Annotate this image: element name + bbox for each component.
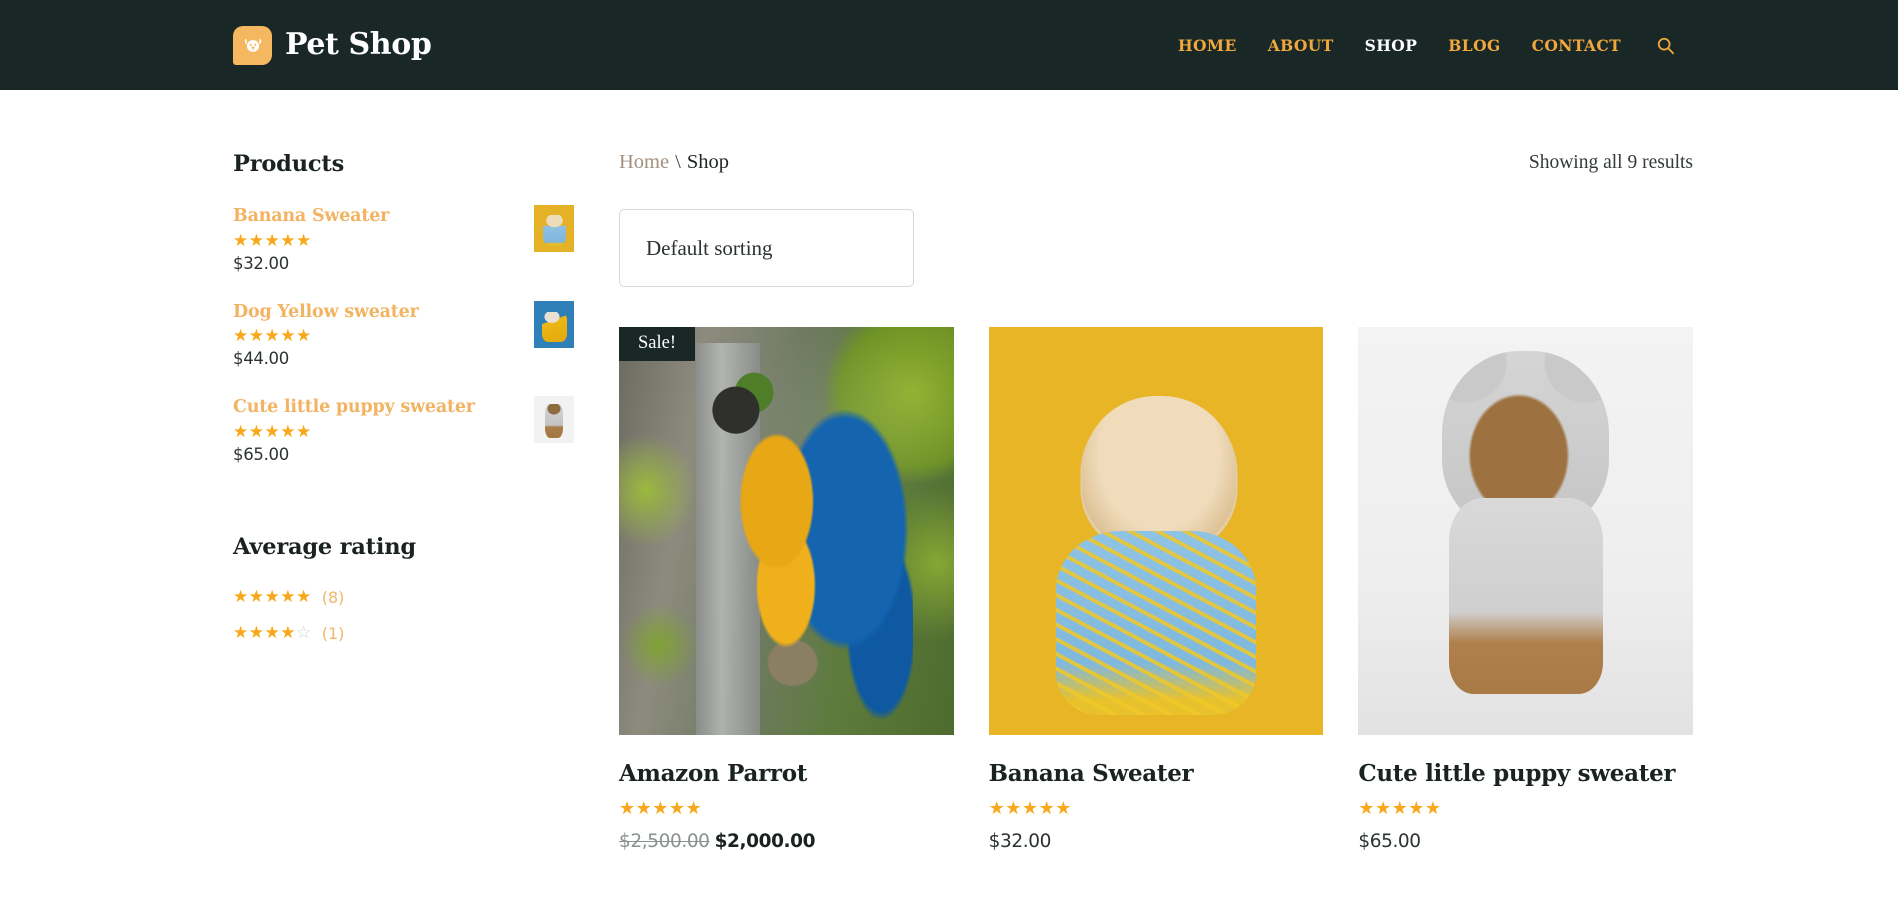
star-rating: ★★★★★ [619, 798, 703, 820]
mini-product-title[interactable]: Banana Sweater [233, 206, 389, 228]
product-price: $2,500.00 $2,000.00 [619, 831, 954, 852]
products-widget: Products Banana Sweater ★★★★★ $32.00 Dog… [233, 151, 574, 464]
average-rating-widget-title: Average rating [233, 533, 416, 560]
product-price: $65.00 [1358, 831, 1693, 852]
products-widget-title: Products [233, 151, 345, 177]
product-title[interactable]: Banana Sweater [989, 759, 1324, 788]
breadcrumb-current: Shop [686, 151, 729, 173]
product-price-current: $65.00 [1358, 831, 1421, 853]
main-navigation: HOME ABOUT SHOP BLOG CONTACT [1178, 34, 1676, 56]
brand-logo-link[interactable]: Pet Shop [233, 25, 432, 65]
nav-item-home[interactable]: HOME [1178, 36, 1237, 55]
mini-product-price: $44.00 [233, 349, 289, 369]
sorting-select-value: Default sorting [646, 235, 773, 260]
nav-item-about[interactable]: ABOUT [1268, 36, 1334, 55]
shop-main: Home \ Shop Showing all 9 results Default … [619, 151, 1693, 852]
rating-count: (8) [321, 587, 345, 607]
mini-product-price: $32.00 [233, 253, 289, 273]
site-header: Pet Shop HOME ABOUT SHOP BLOG CONTACT [0, 0, 1898, 90]
product-price-old: $2,500.00 [619, 831, 710, 853]
list-item[interactable]: Cute little puppy sweater ★★★★★ $65.00 [233, 396, 574, 464]
mini-product-thumbnail[interactable] [534, 205, 574, 252]
star-rating: ★★★★★ [233, 586, 312, 607]
product-grid: Sale! Amazon Parrot ★★★★★ $2,500.00 $2,00… [619, 327, 1693, 852]
search-icon[interactable] [1654, 34, 1676, 56]
product-card[interactable]: Banana Sweater ★★★★★ $32.00 [988, 327, 1324, 852]
dog-face-icon [233, 25, 272, 65]
product-price-current: $32.00 [988, 831, 1052, 853]
page-body: Products Banana Sweater ★★★★★ $32.00 Dog… [0, 90, 1898, 852]
star-rating: ★★★★★ [1358, 798, 1442, 820]
breadcrumb: Home \ Shop [619, 151, 729, 174]
nav-item-shop[interactable]: SHOP [1365, 36, 1418, 55]
product-image[interactable] [1358, 327, 1693, 735]
average-rating-widget: Average rating ★★★★★ (8) ★★★★☆ (1) [233, 534, 574, 643]
product-image[interactable]: Sale! [619, 327, 954, 735]
product-title[interactable]: Cute little puppy sweater [1358, 759, 1693, 788]
breadcrumb-separator: \ [675, 151, 681, 173]
star-rating: ★★★★★ [233, 326, 312, 347]
product-card[interactable]: Cute little puppy sweater ★★★★★ $65.00 [1358, 327, 1693, 852]
rating-count: (1) [321, 623, 345, 643]
mini-product-title[interactable]: Cute little puppy sweater [233, 397, 475, 419]
mini-product-price: $65.00 [233, 444, 289, 464]
product-price-current: $2,000.00 [714, 831, 816, 853]
sorting-select[interactable]: Default sorting [619, 209, 914, 287]
nav-item-blog[interactable]: BLOG [1448, 36, 1500, 55]
star-rating: ★★★★★ [233, 230, 312, 251]
sale-badge: Sale! [619, 327, 696, 361]
list-item[interactable]: Dog Yellow sweater ★★★★★ $44.00 [233, 300, 574, 369]
star-rating: ★★★★☆ [233, 622, 312, 643]
breadcrumb-home-link[interactable]: Home [619, 151, 669, 173]
result-count: Showing all 9 results [1528, 152, 1693, 173]
product-card[interactable]: Sale! Amazon Parrot ★★★★★ $2,500.00 $2,00… [619, 327, 954, 852]
list-item[interactable]: Banana Sweater ★★★★★ $32.00 [233, 205, 574, 273]
shop-topbar: Home \ Shop Showing all 9 results [619, 151, 1693, 174]
nav-item-contact[interactable]: CONTACT [1532, 36, 1621, 55]
rating-filter-5-stars[interactable]: ★★★★★ (8) [233, 586, 574, 607]
product-price: $32.00 [989, 831, 1324, 852]
star-rating: ★★★★★ [233, 422, 312, 442]
product-title[interactable]: Amazon Parrot [619, 759, 954, 788]
mini-product-thumbnail[interactable] [534, 396, 574, 444]
mini-product-thumbnail[interactable] [534, 300, 574, 348]
star-rating: ★★★★★ [988, 798, 1072, 820]
brand-name: Pet Shop [285, 27, 432, 62]
shop-sidebar: Products Banana Sweater ★★★★★ $32.00 Dog… [233, 151, 619, 852]
rating-filter-4-stars[interactable]: ★★★★☆ (1) [233, 622, 574, 643]
mini-product-title[interactable]: Dog Yellow sweater [233, 302, 419, 324]
product-image[interactable] [988, 327, 1324, 735]
